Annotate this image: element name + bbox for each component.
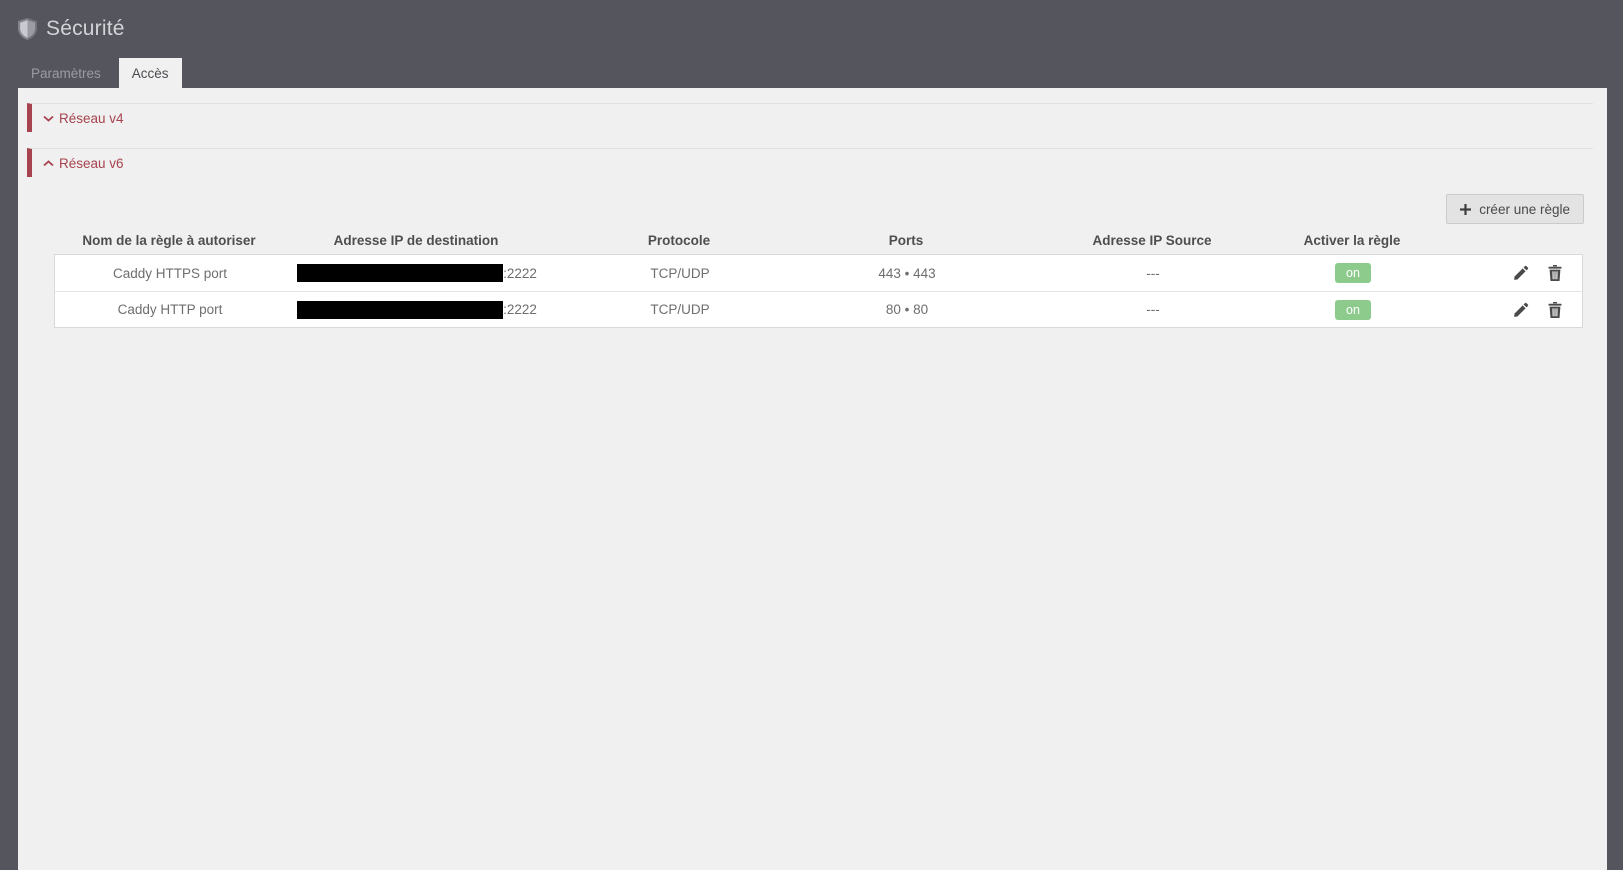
table-body: Caddy HTTPS port :2222 TCP/UDP 443 • 443… (54, 254, 1583, 328)
protocol-cell: TCP/UDP (650, 265, 710, 281)
shield-icon (18, 18, 37, 40)
table-row: Caddy HTTPS port :2222 TCP/UDP 443 • 443… (55, 255, 1582, 291)
pencil-icon (1514, 265, 1529, 280)
source-ip-cell: --- (1146, 302, 1160, 317)
page-title: Sécurité (46, 17, 125, 40)
column-header-enable: Activer la règle (1303, 232, 1401, 248)
actions-cell (1403, 265, 1584, 281)
content-panel: Réseau v4 Réseau v6 créer une règle Nom … (18, 88, 1607, 870)
column-header-ports: Ports (888, 232, 924, 248)
edit-rule-button[interactable] (1513, 302, 1529, 318)
rule-enabled-toggle[interactable]: on (1335, 263, 1371, 283)
redacted-ip-block (297, 300, 504, 319)
tab-bar: Paramètres Accès (18, 58, 182, 88)
actions-cell (1403, 301, 1584, 318)
chevron-up-icon (43, 159, 54, 166)
app-header: Sécurité (0, 0, 1623, 58)
accordion-label: Réseau v6 (59, 155, 124, 171)
column-header-protocol: Protocole (647, 232, 711, 248)
enable-cell: on (1303, 299, 1403, 320)
trash-icon (1548, 265, 1562, 281)
create-rule-label: créer une règle (1479, 201, 1570, 217)
destination-ip-cell: :2222 (285, 300, 549, 319)
destination-port-suffix: :2222 (503, 302, 537, 317)
plus-icon (1460, 203, 1472, 215)
delete-rule-button[interactable] (1548, 265, 1562, 281)
protocol-cell: TCP/UDP (650, 302, 710, 317)
rule-name-cell: Caddy HTTP port (117, 302, 223, 317)
column-header-name: Nom de la règle à autoriser (82, 232, 256, 248)
table-header-row: Nom de la règle à autoriser Adresse IP d… (54, 230, 1583, 250)
source-ip-cell: --- (1146, 265, 1160, 281)
trash-icon (1548, 301, 1562, 318)
chevron-down-icon (43, 115, 54, 122)
tab-parametres[interactable]: Paramètres (18, 58, 119, 88)
delete-rule-button[interactable] (1548, 301, 1562, 318)
accordion-label: Réseau v4 (59, 110, 124, 126)
column-header-source: Adresse IP Source (1092, 232, 1212, 248)
pencil-icon (1514, 302, 1529, 317)
destination-port-suffix: :2222 (503, 265, 537, 281)
accordion-reseau-v4[interactable]: Réseau v4 (27, 103, 1593, 132)
rule-name-cell: Caddy HTTPS port (112, 265, 228, 281)
create-rule-button[interactable]: créer une règle (1446, 194, 1584, 224)
enable-cell: on (1303, 263, 1403, 283)
rules-table: Nom de la règle à autoriser Adresse IP d… (54, 230, 1583, 328)
tab-acces[interactable]: Accès (118, 58, 182, 88)
table-row: Caddy HTTP port :2222 TCP/UDP 80 • 80 --… (55, 291, 1582, 327)
accordion-reseau-v6[interactable]: Réseau v6 (27, 148, 1593, 177)
redacted-ip-block (297, 264, 504, 282)
ports-cell: 80 • 80 (885, 302, 929, 317)
edit-rule-button[interactable] (1513, 265, 1529, 281)
rules-toolbar: créer une règle (18, 194, 1584, 224)
rule-enabled-toggle[interactable]: on (1335, 299, 1371, 320)
ports-cell: 443 • 443 (878, 265, 936, 281)
destination-ip-cell: :2222 (285, 264, 549, 282)
column-header-destination: Adresse IP de destination (333, 232, 499, 248)
